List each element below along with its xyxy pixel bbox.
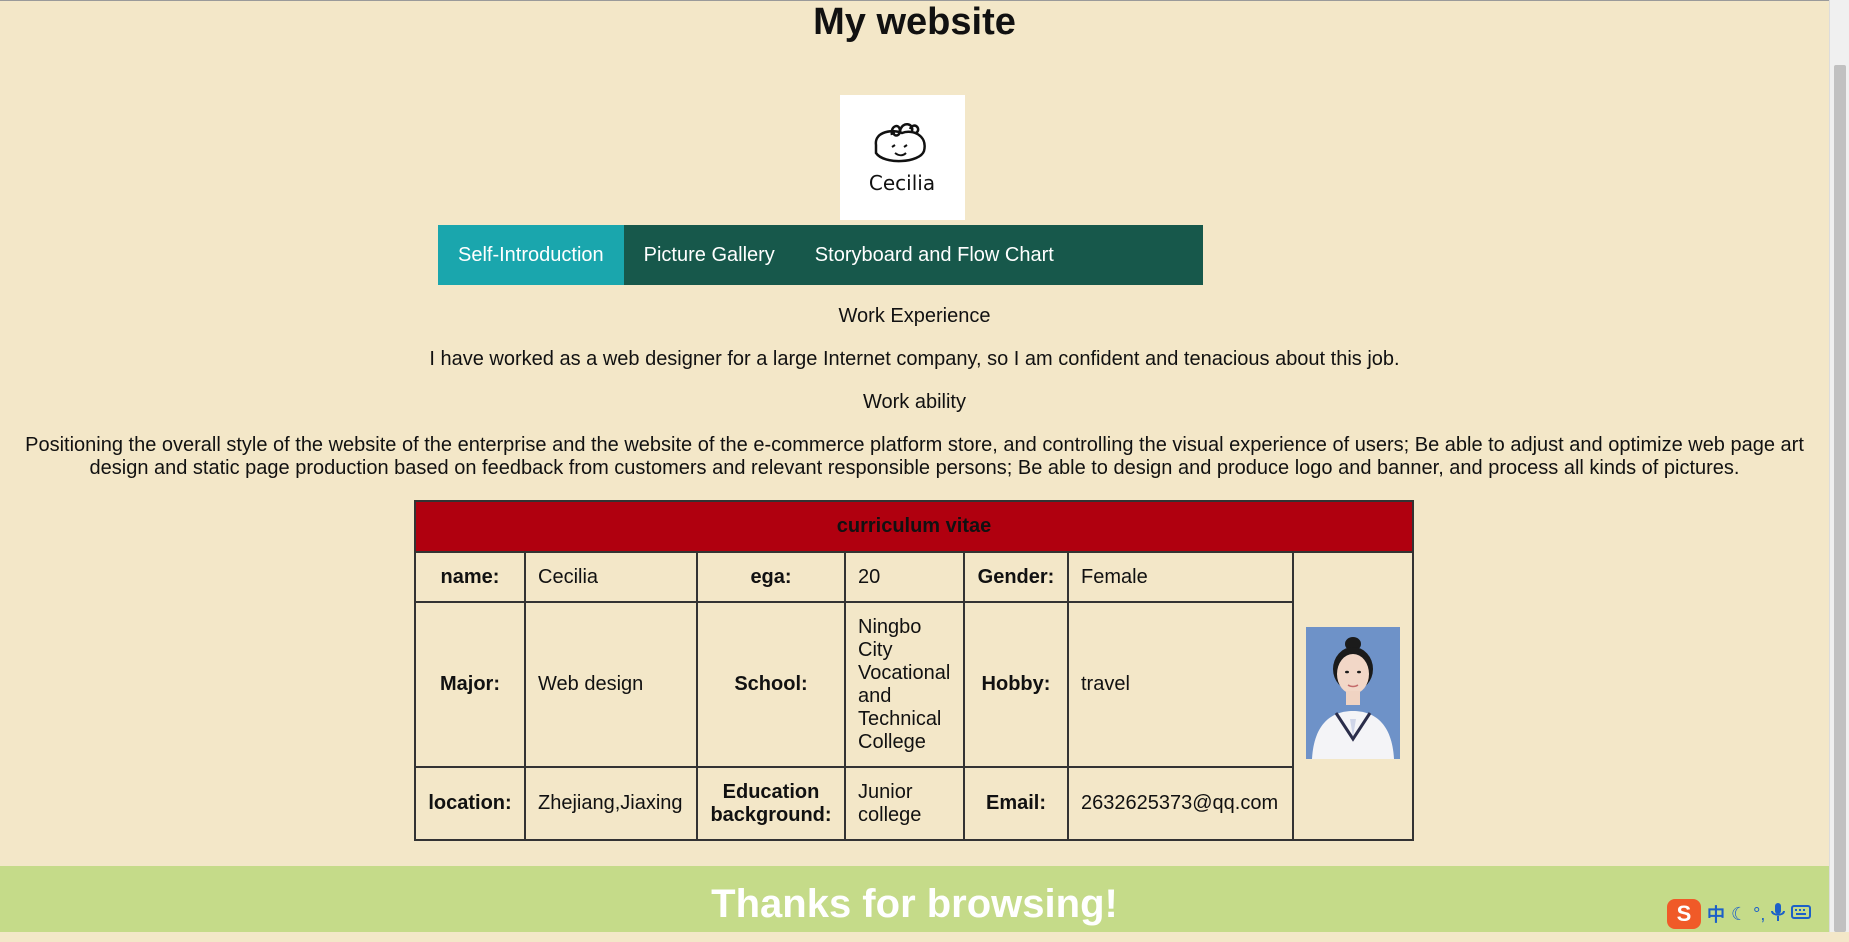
work-experience-heading: Work Experience	[838, 305, 991, 327]
logo: Cecilia	[840, 95, 965, 220]
gender-label: Gender:	[963, 551, 1069, 603]
nav-item-self-introduction[interactable]: Self-Introduction	[438, 225, 624, 285]
email-value: 2632625373@qq.com	[1067, 766, 1294, 841]
work-ability-heading: Work ability	[863, 391, 966, 413]
keyboard-icon[interactable]	[1791, 904, 1812, 925]
page-title: My website	[813, 1, 1016, 43]
name-value: Cecilia	[524, 551, 698, 603]
cv-table: curriculum vitae name: Cecilia ega: 20 G…	[414, 500, 1414, 841]
hobby-value: travel	[1067, 601, 1294, 768]
major-value: Web design	[524, 601, 698, 768]
table-row: name: Cecilia ega: 20 Gender: Female	[414, 551, 1414, 841]
vertical-scrollbar[interactable]	[1829, 0, 1849, 932]
school-label: School:	[696, 601, 846, 768]
moon-icon[interactable]: ☾	[1731, 904, 1747, 925]
major-label: Major:	[414, 601, 526, 768]
education-label: Education background:	[696, 766, 846, 841]
cv-title: curriculum vitae	[414, 500, 1414, 553]
school-value: Ningbo City Vocational and Technical Col…	[844, 601, 965, 768]
nav-item-storyboard-flow-chart[interactable]: Storyboard and Flow Chart	[795, 225, 1074, 285]
punctuation-icon[interactable]: °,	[1753, 904, 1765, 925]
email-label: Email:	[963, 766, 1069, 841]
age-label: ega:	[696, 551, 846, 603]
work-ability-text: Positioning the overall style of the web…	[25, 434, 1804, 479]
education-value: Junior college	[844, 766, 965, 841]
page: My website Cecilia Self-Introduction Pic…	[0, 0, 1829, 932]
profile-photo	[1306, 627, 1400, 759]
ime-toolbar: S 中 ☾ °,	[1665, 898, 1849, 930]
age-value: 20	[844, 551, 965, 603]
nav-item-picture-gallery[interactable]: Picture Gallery	[624, 225, 795, 285]
cecilia-logo-icon: Cecilia	[869, 123, 935, 195]
main-nav: Self-Introduction Picture Gallery Storyb…	[438, 225, 1203, 285]
ime-mode-label[interactable]: 中	[1707, 901, 1725, 927]
microphone-icon[interactable]	[1771, 902, 1786, 927]
location-value: Zhejiang,Jiaxing	[524, 766, 698, 841]
sogou-ime-icon[interactable]: S	[1667, 899, 1701, 929]
portrait-icon	[1306, 627, 1400, 759]
hobby-label: Hobby:	[963, 601, 1069, 768]
location-label: location:	[414, 766, 526, 841]
footer-banner: Thanks for browsing!	[0, 866, 1829, 932]
work-experience-text: I have worked as a web designer for a la…	[429, 348, 1400, 370]
gender-value: Female	[1067, 551, 1294, 603]
logo-text: Cecilia	[869, 171, 935, 195]
table-row: location: Zhejiang,Jiaxing Education bac…	[414, 766, 1413, 841]
photo-cell	[1292, 551, 1414, 841]
table-row: Major: Web design School: Ningbo City Vo…	[414, 601, 1413, 768]
scrollbar-thumb[interactable]	[1834, 65, 1846, 932]
name-label: name:	[414, 551, 526, 603]
